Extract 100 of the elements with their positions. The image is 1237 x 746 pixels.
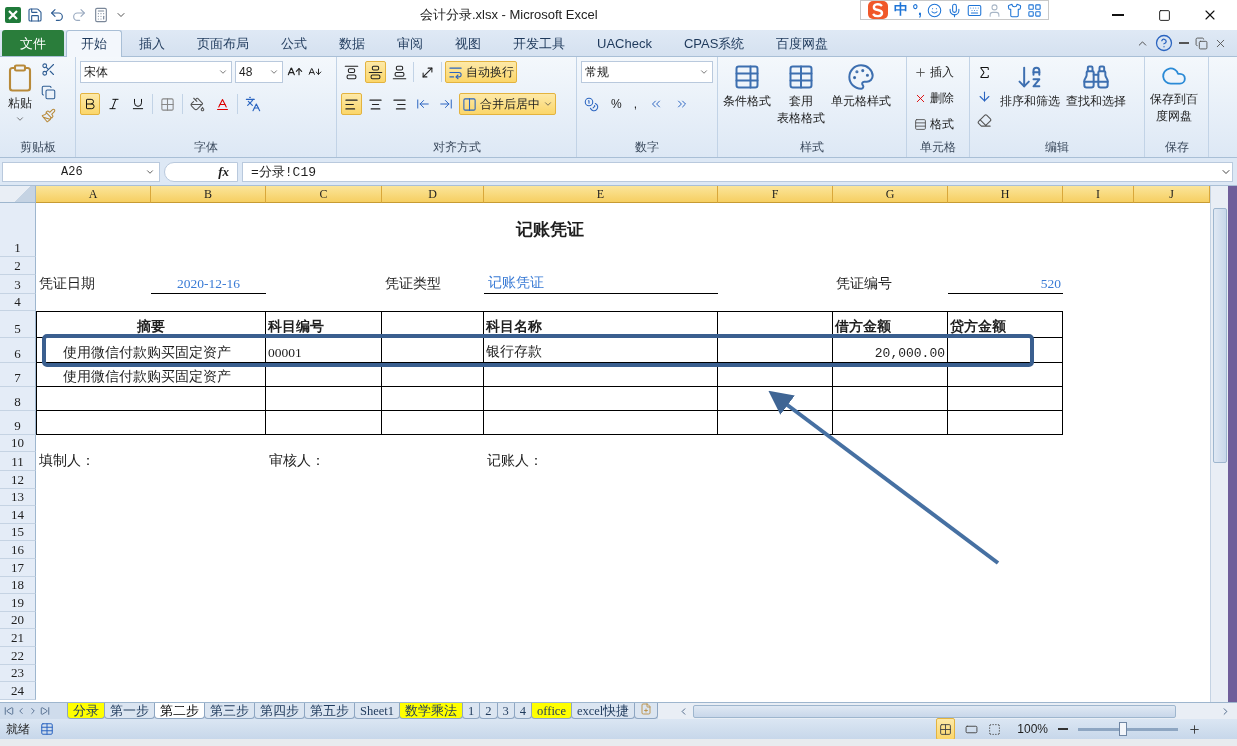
cells-button[interactable]: 删除 <box>911 87 957 109</box>
wrap-text-button[interactable]: 自动换行 <box>445 61 517 83</box>
name-box[interactable]: A26 <box>2 161 160 182</box>
zoom-level[interactable]: 100% <box>1017 722 1048 736</box>
copy-button[interactable] <box>40 84 57 101</box>
italic-icon <box>107 97 121 111</box>
excel-logo-icon <box>4 6 22 24</box>
zoom-thumb[interactable] <box>1119 722 1127 736</box>
sheet-tab[interactable]: 第五步 <box>304 703 355 719</box>
row-header[interactable]: 16 <box>0 541 36 559</box>
group-label: 数字 <box>634 139 660 156</box>
row-header[interactable]: 12 <box>0 471 36 489</box>
ribbon-tab[interactable]: 百度网盘 <box>761 30 844 56</box>
calculator-icon[interactable] <box>92 6 110 24</box>
sheet-tab[interactable]: 3 <box>496 703 515 719</box>
column-header[interactable]: F <box>718 186 833 203</box>
ribbon-tab[interactable]: 数据 <box>324 30 380 56</box>
redo-glyph <box>71 7 87 23</box>
sheet-tab[interactable]: office <box>531 703 572 719</box>
sheet-tab[interactable]: 数学乘法 <box>399 703 464 719</box>
sheet-tab[interactable]: Sheet1 <box>354 703 401 719</box>
ribbon-tab[interactable]: CPAS系统 <box>668 30 760 56</box>
comma-button[interactable]: , <box>630 93 640 115</box>
ribbon-tab[interactable]: 插入 <box>124 30 180 56</box>
column-header[interactable]: I <box>1063 186 1134 203</box>
row-header[interactable]: 6 <box>0 338 36 363</box>
formula-text: =分录!C19 <box>251 163 316 181</box>
column-header[interactable]: C <box>266 186 382 203</box>
row-header[interactable]: 1 <box>0 203 36 257</box>
bold-button[interactable] <box>80 93 100 115</box>
next-sheet-icon <box>28 706 38 716</box>
column-header[interactable]: J <box>1134 186 1210 203</box>
ime-punctuation[interactable]: °, <box>912 2 922 18</box>
ribbon-tab[interactable]: 审阅 <box>382 30 438 56</box>
sheet-tab[interactable]: 2 <box>479 703 498 719</box>
row-header[interactable]: 10 <box>0 435 36 452</box>
vertical-align-button[interactable] <box>365 61 386 83</box>
editing-button[interactable]: 排序和筛选 <box>999 61 1061 112</box>
cells-button[interactable]: 插入 <box>911 61 957 83</box>
insert-function-button[interactable]: fx <box>164 161 238 182</box>
undo-icon[interactable] <box>48 6 66 24</box>
column-header[interactable]: E <box>484 186 718 203</box>
row-header[interactable]: 21 <box>0 629 36 647</box>
sheet-tab[interactable]: 第四步 <box>254 703 305 719</box>
cells-button[interactable]: 格式 <box>911 113 957 135</box>
row-header[interactable]: 8 <box>0 387 36 411</box>
row-header[interactable]: 19 <box>0 594 36 612</box>
row-header[interactable]: 11 <box>0 452 36 471</box>
ribbon-tab[interactable]: 视图 <box>440 30 496 56</box>
sigma-icon <box>977 64 992 80</box>
row-header[interactable]: 4 <box>0 294 36 311</box>
row-header[interactable]: 7 <box>0 363 36 387</box>
horizontal-align-button[interactable] <box>341 93 362 115</box>
chevrons-right-icon <box>675 97 689 111</box>
save-to-cloud-button[interactable]: 保存到百 度网盘 <box>1149 61 1199 127</box>
style-button[interactable]: 单元格样式 <box>830 61 892 112</box>
file-tab[interactable]: 文件 <box>2 30 64 56</box>
horizontal-scrollbar[interactable] <box>658 703 1237 719</box>
font-size-field[interactable]: 48 <box>235 61 283 83</box>
normal-view-button[interactable] <box>936 718 956 740</box>
ribbon-tab[interactable]: 公式 <box>266 30 322 56</box>
row-header[interactable]: 14 <box>0 506 36 524</box>
ribbon-tab[interactable]: 开发工具 <box>498 30 580 56</box>
sheet-tab[interactable]: 分录 <box>67 703 105 719</box>
row-header[interactable]: 24 <box>0 682 36 700</box>
sheet-tab[interactable]: 第二步 <box>154 703 205 719</box>
smile-icon <box>927 2 942 18</box>
column-header[interactable]: B <box>151 186 266 203</box>
sheet-tab[interactable]: 第三步 <box>204 703 255 719</box>
style-button[interactable]: 套用 表格格式 <box>776 61 826 129</box>
merge-center-button[interactable]: 合并后居中 <box>459 93 556 115</box>
row-header[interactable]: 3 <box>0 275 36 294</box>
editing-button[interactable]: 查找和选择 <box>1065 61 1127 112</box>
column-header[interactable]: D <box>382 186 484 203</box>
row-header[interactable]: 5 <box>0 311 36 338</box>
sheet-tab[interactable]: 第一步 <box>104 703 155 719</box>
number-format-field[interactable]: 常规 <box>581 61 713 83</box>
style-button[interactable]: 条件格式 <box>722 61 772 112</box>
sheet-tab[interactable]: excel快捷 <box>570 703 636 719</box>
group-label: 编辑 <box>1044 139 1070 156</box>
formula-field[interactable]: =分录!C19 <box>242 161 1233 182</box>
percent-button[interactable]: % <box>608 93 625 115</box>
cut-button[interactable] <box>40 61 57 78</box>
row-header[interactable]: 9 <box>0 411 36 435</box>
format-painter-button[interactable] <box>40 107 57 124</box>
sheet-tab[interactable]: 1 <box>462 703 481 719</box>
ime-mode[interactable]: 中 <box>893 1 908 19</box>
ribbon-tab[interactable]: UACheck <box>582 30 667 56</box>
table-cell: 2020-12-16 <box>151 275 266 294</box>
paste-button[interactable]: 粘贴 <box>4 61 36 126</box>
row-header[interactable]: 2 <box>0 257 36 275</box>
ribbon-tab[interactable]: 开始 <box>66 30 122 57</box>
column-header[interactable]: H <box>948 186 1063 203</box>
ribbon-tab[interactable]: 页面布局 <box>182 30 264 56</box>
table-cell: 00001 <box>266 338 382 363</box>
vertical-scrollbar[interactable] <box>1210 186 1228 702</box>
save-icon[interactable] <box>26 6 44 24</box>
column-header[interactable]: G <box>833 186 948 203</box>
column-header[interactable]: A <box>36 186 151 203</box>
font-name-field[interactable]: 宋体 <box>80 61 232 83</box>
